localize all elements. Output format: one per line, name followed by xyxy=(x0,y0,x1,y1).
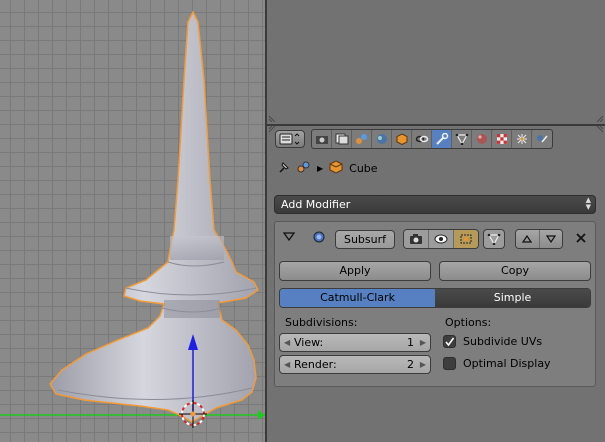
decrement-arrow-icon[interactable]: ◀ xyxy=(284,334,290,351)
editmode-toggle-icon[interactable] xyxy=(454,230,478,248)
modifiers-icon[interactable] xyxy=(432,130,452,148)
view-label: View: xyxy=(294,336,324,349)
catmull-clark-option[interactable]: Catmull-Clark xyxy=(280,289,435,307)
add-modifier-dropdown[interactable]: Add Modifier ▲ ▼ xyxy=(274,195,596,214)
object-icon xyxy=(329,160,343,177)
modifier-name-field[interactable]: Subsurf xyxy=(335,230,395,249)
object-name: Cube xyxy=(349,162,378,175)
move-down-icon[interactable] xyxy=(539,230,562,248)
increment-arrow-icon[interactable]: ▶ xyxy=(420,334,426,351)
increment-arrow-icon[interactable]: ▶ xyxy=(420,356,426,373)
property-context-tabs xyxy=(311,129,553,149)
particles-icon[interactable] xyxy=(512,130,532,148)
properties-header xyxy=(275,129,553,149)
texture-icon[interactable] xyxy=(492,130,512,148)
checkmark-icon xyxy=(445,337,455,347)
material-icon[interactable] xyxy=(472,130,492,148)
add-modifier-label: Add Modifier xyxy=(281,198,351,211)
scene-icon[interactable] xyxy=(352,130,372,148)
subdivisions-label: Subdivisions: xyxy=(285,316,358,329)
upper-editor-area xyxy=(267,0,605,124)
scene-icon xyxy=(297,160,311,177)
world-icon[interactable] xyxy=(372,130,392,148)
render-icon[interactable] xyxy=(312,130,332,148)
options-label: Options: xyxy=(445,316,492,329)
render-value: 2 xyxy=(407,358,414,371)
render-layers-icon[interactable] xyxy=(332,130,352,148)
dropdown-arrows-icon: ▲ ▼ xyxy=(585,196,591,211)
properties-editor-icon xyxy=(279,133,300,145)
modifier-visibility-toggles xyxy=(403,229,479,249)
collapse-triangle-icon[interactable] xyxy=(283,232,295,242)
modifier-name-text: Subsurf xyxy=(343,233,387,246)
pin-icon[interactable] xyxy=(277,160,291,177)
data-icon[interactable] xyxy=(452,130,472,148)
view-levels-field[interactable]: ◀ View: 1 ▶ xyxy=(279,333,431,352)
editor-type-button[interactable] xyxy=(275,130,305,148)
modifier-header: Subsurf xyxy=(275,222,595,252)
chevron-right-icon: ▶ xyxy=(317,164,324,173)
optimal-display-checkbox[interactable] xyxy=(443,357,456,370)
copy-button[interactable]: Copy xyxy=(439,261,591,281)
subdivide-uvs-checkbox[interactable] xyxy=(443,335,456,348)
render-toggle-camera-icon[interactable] xyxy=(404,230,429,248)
close-icon[interactable] xyxy=(575,232,587,244)
breadcrumb: ▶ Cube xyxy=(277,160,384,177)
view-value: 1 xyxy=(407,336,414,349)
physics-icon[interactable] xyxy=(532,130,552,148)
render-label: Render: xyxy=(294,358,337,371)
decrement-arrow-icon[interactable]: ◀ xyxy=(284,356,290,373)
object-icon[interactable] xyxy=(392,130,412,148)
optimal-display-label: Optimal Display xyxy=(463,357,551,370)
area-corner-handle-icon[interactable] xyxy=(593,112,603,122)
spinning-top-mesh xyxy=(0,10,265,428)
move-up-icon[interactable] xyxy=(516,230,540,248)
cage-toggle-icon[interactable] xyxy=(483,229,505,249)
viewport-toggle-eye-icon[interactable] xyxy=(429,230,454,248)
properties-editor: ▶ Cube Add Modifier ▲ ▼ Subsurf Apply Co… xyxy=(267,126,605,442)
subdivide-uvs-label: Subdivide UVs xyxy=(463,335,543,348)
area-corner-handle-icon[interactable] xyxy=(593,126,603,136)
move-modifier-buttons xyxy=(515,229,563,249)
subsurf-modifier-icon xyxy=(313,231,325,243)
3d-viewport[interactable] xyxy=(0,0,265,442)
render-levels-field[interactable]: ◀ Render: 2 ▶ xyxy=(279,355,431,374)
area-corner-handle-icon[interactable] xyxy=(269,112,279,122)
subsurf-modifier-panel: Subsurf Apply Copy Catmull-Clark Simple … xyxy=(274,221,596,387)
apply-button[interactable]: Apply xyxy=(279,261,431,281)
subdivision-type-toggle: Catmull-Clark Simple xyxy=(279,288,591,308)
constraints-icon[interactable] xyxy=(412,130,432,148)
simple-option[interactable]: Simple xyxy=(435,289,590,307)
